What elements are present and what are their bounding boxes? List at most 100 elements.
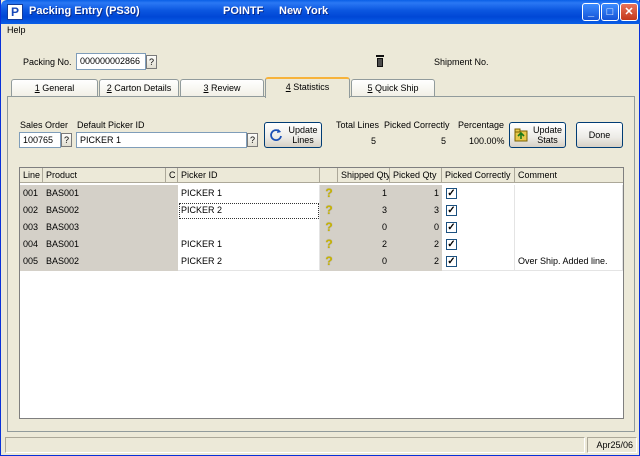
- table-row[interactable]: 004 BAS001 PICKER 1? 2 2 ✓: [20, 236, 623, 254]
- picked-correctly-label: Picked Correctly: [384, 120, 450, 130]
- picked-correctly-checkbox[interactable]: ✓: [446, 222, 457, 233]
- col-picked-qty[interactable]: Picked Qty: [390, 168, 442, 183]
- picked-correctly-checkbox[interactable]: ✓: [446, 256, 457, 267]
- cell-comment[interactable]: [515, 202, 623, 220]
- picker-lookup-icon[interactable]: ?: [320, 219, 338, 237]
- update-stats-label-1: Update: [532, 125, 563, 135]
- picker-lookup-icon[interactable]: ?: [320, 202, 338, 220]
- cell-shipped-qty: 1: [338, 185, 390, 203]
- cell-c: [166, 219, 178, 237]
- cell-picker-id[interactable]: PICKER 2: [178, 202, 320, 220]
- tab-carton-details-label: Carton Details: [111, 83, 172, 93]
- cell-shipped-qty: 0: [338, 219, 390, 237]
- cell-picked-qty: 2: [390, 236, 442, 254]
- tab-review[interactable]: 3 Review: [180, 79, 264, 97]
- tab-statistics-label: Statistics: [290, 82, 330, 92]
- cell-product: BAS001: [43, 185, 166, 203]
- cell-comment[interactable]: [515, 219, 623, 237]
- company-location: New York: [279, 5, 329, 17]
- default-picker-lookup-button[interactable]: ?: [247, 133, 258, 147]
- sales-order-label: Sales Order: [20, 120, 69, 130]
- packing-no-field[interactable]: 000000002866: [76, 53, 146, 70]
- col-c[interactable]: C: [166, 168, 178, 183]
- cell-shipped-qty: 2: [338, 236, 390, 254]
- minimize-button[interactable]: _: [582, 3, 600, 21]
- col-lookup: [320, 168, 338, 183]
- cell-picked-correctly[interactable]: ✓: [442, 202, 515, 220]
- percentage-value: 100.00%: [469, 136, 505, 146]
- refresh-icon: [269, 128, 283, 142]
- sales-order-lookup-button[interactable]: ?: [61, 133, 72, 147]
- cell-picker-id[interactable]: PICKER 1: [178, 185, 320, 203]
- picker-lookup-icon[interactable]: ?: [320, 236, 338, 254]
- col-line[interactable]: Line: [20, 168, 43, 183]
- grid-header: Line Product C Picker ID Shipped Qty Pic…: [20, 168, 623, 186]
- total-lines-label: Total Lines: [336, 120, 380, 130]
- cell-picker-id[interactable]: [178, 219, 320, 237]
- tab-general[interactable]: 1 General: [11, 79, 98, 97]
- picker-lookup-icon[interactable]: ?: [320, 185, 338, 203]
- packing-lines-grid: Line Product C Picker ID Shipped Qty Pic…: [19, 167, 624, 419]
- tab-quick-ship[interactable]: 5 Quick Ship: [351, 79, 435, 97]
- table-row[interactable]: 003 BAS003? 0 0 ✓: [20, 219, 623, 237]
- title-bar[interactable]: P Packing Entry (PS30) POINTF New York _…: [1, 0, 640, 24]
- default-picker-label: Default Picker ID: [77, 120, 145, 130]
- table-row[interactable]: 001 BAS001 PICKER 1? 1 1 ✓: [20, 185, 623, 203]
- cell-line: 003: [20, 219, 43, 237]
- close-button[interactable]: ✕: [620, 3, 638, 21]
- cell-c: [166, 202, 178, 220]
- picker-lookup-icon[interactable]: ?: [320, 253, 338, 271]
- packing-no-lookup-button[interactable]: ?: [146, 55, 157, 69]
- cell-line: 002: [20, 202, 43, 220]
- cell-picked-qty: 3: [390, 202, 442, 220]
- col-picked-correctly[interactable]: Picked Correctly: [442, 168, 515, 183]
- maximize-button[interactable]: □: [601, 3, 619, 21]
- status-message-panel: [5, 437, 585, 453]
- default-picker-field[interactable]: PICKER 1: [76, 132, 247, 148]
- cell-picked-correctly[interactable]: ✓: [442, 236, 515, 254]
- total-lines-value: 5: [371, 136, 377, 146]
- cell-c: [166, 253, 178, 271]
- update-lines-button[interactable]: Update Lines: [264, 122, 322, 148]
- update-lines-label-2: Lines: [292, 135, 314, 145]
- tab-statistics[interactable]: 4 Statistics: [265, 77, 350, 98]
- picked-correctly-checkbox[interactable]: ✓: [446, 188, 457, 199]
- cell-comment[interactable]: Over Ship. Added line.: [515, 253, 623, 271]
- cell-c: [166, 185, 178, 203]
- cell-picked-correctly[interactable]: ✓: [442, 253, 515, 271]
- menu-help[interactable]: Help: [7, 25, 26, 35]
- window-title: Packing Entry (PS30): [29, 5, 140, 17]
- cell-picker-id[interactable]: PICKER 2: [178, 253, 320, 271]
- cell-shipped-qty: 3: [338, 202, 390, 220]
- status-bar: Apr25/06: [5, 437, 637, 453]
- table-row[interactable]: 002 BAS002 PICKER 2? 3 3 ✓: [20, 202, 623, 220]
- cell-picked-qty: 0: [390, 219, 442, 237]
- trash-icon[interactable]: [375, 54, 385, 67]
- picked-correctly-checkbox[interactable]: ✓: [446, 205, 457, 216]
- tab-general-label: General: [39, 83, 75, 93]
- update-stats-icon: [514, 128, 528, 142]
- cell-line: 004: [20, 236, 43, 254]
- sales-order-field[interactable]: 100765: [19, 132, 61, 148]
- cell-comment[interactable]: [515, 236, 623, 254]
- cell-product: BAS001: [43, 236, 166, 254]
- col-picker-id[interactable]: Picker ID: [178, 168, 320, 183]
- cell-line: 005: [20, 253, 43, 271]
- tab-carton-details[interactable]: 2 Carton Details: [99, 79, 179, 97]
- cell-picked-correctly[interactable]: ✓: [442, 185, 515, 203]
- update-stats-label-2: Stats: [537, 135, 558, 145]
- cell-shipped-qty: 0: [338, 253, 390, 271]
- picked-correctly-value: 5: [441, 136, 447, 146]
- table-row[interactable]: 005 BAS002 PICKER 2? 0 2 ✓ Over Ship. Added li…: [20, 253, 623, 271]
- picked-correctly-checkbox[interactable]: ✓: [446, 239, 457, 250]
- cell-comment[interactable]: [515, 185, 623, 203]
- col-product[interactable]: Product: [43, 168, 166, 183]
- update-stats-button[interactable]: Update Stats: [509, 122, 566, 148]
- cell-product: BAS002: [43, 202, 166, 220]
- cell-picker-id[interactable]: PICKER 1: [178, 236, 320, 254]
- col-comment[interactable]: Comment: [515, 168, 623, 183]
- col-shipped-qty[interactable]: Shipped Qty: [338, 168, 390, 183]
- done-button[interactable]: Done: [576, 122, 623, 148]
- cell-picked-correctly[interactable]: ✓: [442, 219, 515, 237]
- status-date: Apr25/06: [587, 437, 637, 453]
